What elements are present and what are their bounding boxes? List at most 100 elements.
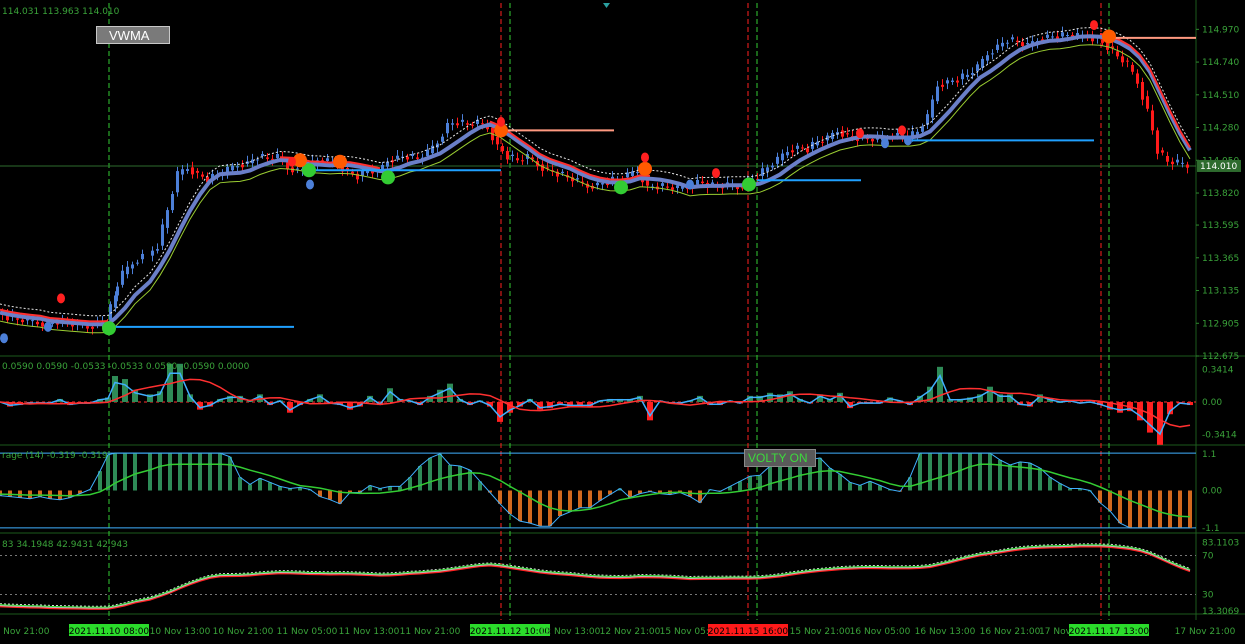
time-tick-label: 2021.11.15 16:00 (708, 627, 789, 637)
candle-body (86, 326, 89, 329)
candle-body (141, 253, 144, 260)
candle-body (121, 270, 124, 285)
histogram-bar (1158, 490, 1162, 528)
candle-body (396, 155, 399, 159)
candle-body (596, 182, 599, 186)
time-tick-label: 11 Nov 05:00 (277, 627, 338, 637)
candle-body (781, 153, 784, 161)
histogram-bar (1038, 468, 1042, 491)
histogram-bar (748, 476, 752, 491)
candle-body (131, 264, 134, 269)
histogram-bar (418, 466, 422, 491)
candle-body (991, 53, 994, 55)
candle-body (801, 147, 804, 149)
histogram-bar (448, 465, 452, 491)
candle-body (956, 80, 959, 83)
candle-body (951, 80, 954, 82)
candle-body (441, 136, 444, 142)
vwma-button[interactable]: VWMA (96, 26, 170, 44)
price-tick-label: 114.280 (1202, 124, 1239, 134)
histogram-bar (1108, 490, 1112, 511)
pane-tick-label: 0.00 (1202, 487, 1222, 497)
volty-on-button[interactable]: VOLTY ON (744, 449, 816, 467)
candle-body (1011, 37, 1014, 40)
candle-body (916, 131, 919, 135)
candle-body (446, 122, 449, 134)
histogram-bar (1048, 477, 1052, 491)
histogram-bar (968, 453, 972, 491)
time-tick-label: 2021.11.12 10:00 (470, 627, 551, 637)
candle-body (1141, 81, 1144, 100)
arrow-marker (306, 179, 314, 190)
candle-body (276, 154, 279, 159)
arrow-marker (0, 333, 8, 344)
candle-body (181, 169, 184, 175)
candle-body (91, 326, 94, 329)
candle-body (1061, 32, 1064, 37)
pane-tick-label: 1.1 (1202, 450, 1216, 460)
candle-body (196, 170, 199, 173)
histogram-bar (508, 490, 512, 514)
arrow-marker (881, 138, 889, 149)
pane-tick-label: 83.1103 (1202, 539, 1239, 549)
candle-body (406, 156, 409, 160)
histogram-bar (248, 484, 252, 491)
price-readout: 114.031 113.963 114.010 (2, 7, 120, 17)
histogram-bar (458, 466, 462, 491)
histogram-bar (178, 453, 182, 491)
price-tick-label: 112.905 (1202, 319, 1239, 329)
candle-body (241, 164, 244, 168)
candle-body (771, 165, 774, 168)
candle-body (1021, 42, 1024, 46)
candle-body (21, 319, 24, 323)
candle-body (1181, 162, 1184, 164)
candle-body (156, 249, 159, 251)
trading-chart[interactable]: 114.970114.740114.510114.280114.050113.8… (0, 0, 1245, 644)
indicator3-readout: 83 34.1948 42.9431 42.943 (2, 540, 128, 550)
candle-body (1136, 73, 1139, 84)
candle-body (186, 169, 189, 171)
time-tick-label: 9 Nov 21:00 (0, 627, 50, 637)
candle-body (966, 74, 969, 78)
histogram-bar (168, 453, 172, 491)
candle-body (201, 174, 204, 177)
histogram-bar (848, 482, 852, 491)
candle-body (976, 64, 979, 72)
candle-body (701, 181, 704, 184)
candle-body (1066, 35, 1069, 37)
sell-signal-dot (1102, 29, 1116, 44)
histogram-bar (558, 490, 562, 516)
candle-body (236, 166, 239, 168)
price-tick-label: 112.675 (1202, 352, 1239, 362)
candle-body (666, 186, 669, 188)
time-tick-label: 11 Nov 13:00 (339, 627, 400, 637)
histogram-bar (133, 453, 137, 491)
candle-body (496, 136, 499, 145)
buy-signal-dot (381, 170, 395, 185)
candle-body (416, 157, 419, 159)
candle-body (1166, 156, 1169, 162)
candle-body (871, 138, 874, 142)
candle-body (126, 266, 129, 275)
histogram-bar (588, 490, 592, 508)
candle-body (36, 321, 39, 325)
histogram-bar (438, 453, 442, 491)
candle-body (806, 148, 809, 153)
candle-body (1126, 60, 1129, 62)
time-tick-label: 12 Nov 13:00 (540, 627, 601, 637)
histogram-bar (858, 485, 862, 491)
indicator2-readout: rage (14) -0.319 -0.319 (2, 451, 108, 461)
arrow-marker (44, 321, 52, 332)
histogram-bar (122, 379, 128, 402)
arrow-marker (904, 135, 912, 146)
histogram-bar (948, 453, 952, 491)
arrow-marker (57, 293, 65, 304)
candle-body (936, 86, 939, 102)
candle-body (761, 168, 764, 176)
candle-body (231, 165, 234, 171)
candle-body (1151, 110, 1154, 131)
time-tick-label: 12 Nov 21:00 (600, 627, 661, 637)
current-price-label: 114.010 (1200, 162, 1237, 172)
candle-body (986, 55, 989, 61)
candle-body (296, 168, 299, 170)
